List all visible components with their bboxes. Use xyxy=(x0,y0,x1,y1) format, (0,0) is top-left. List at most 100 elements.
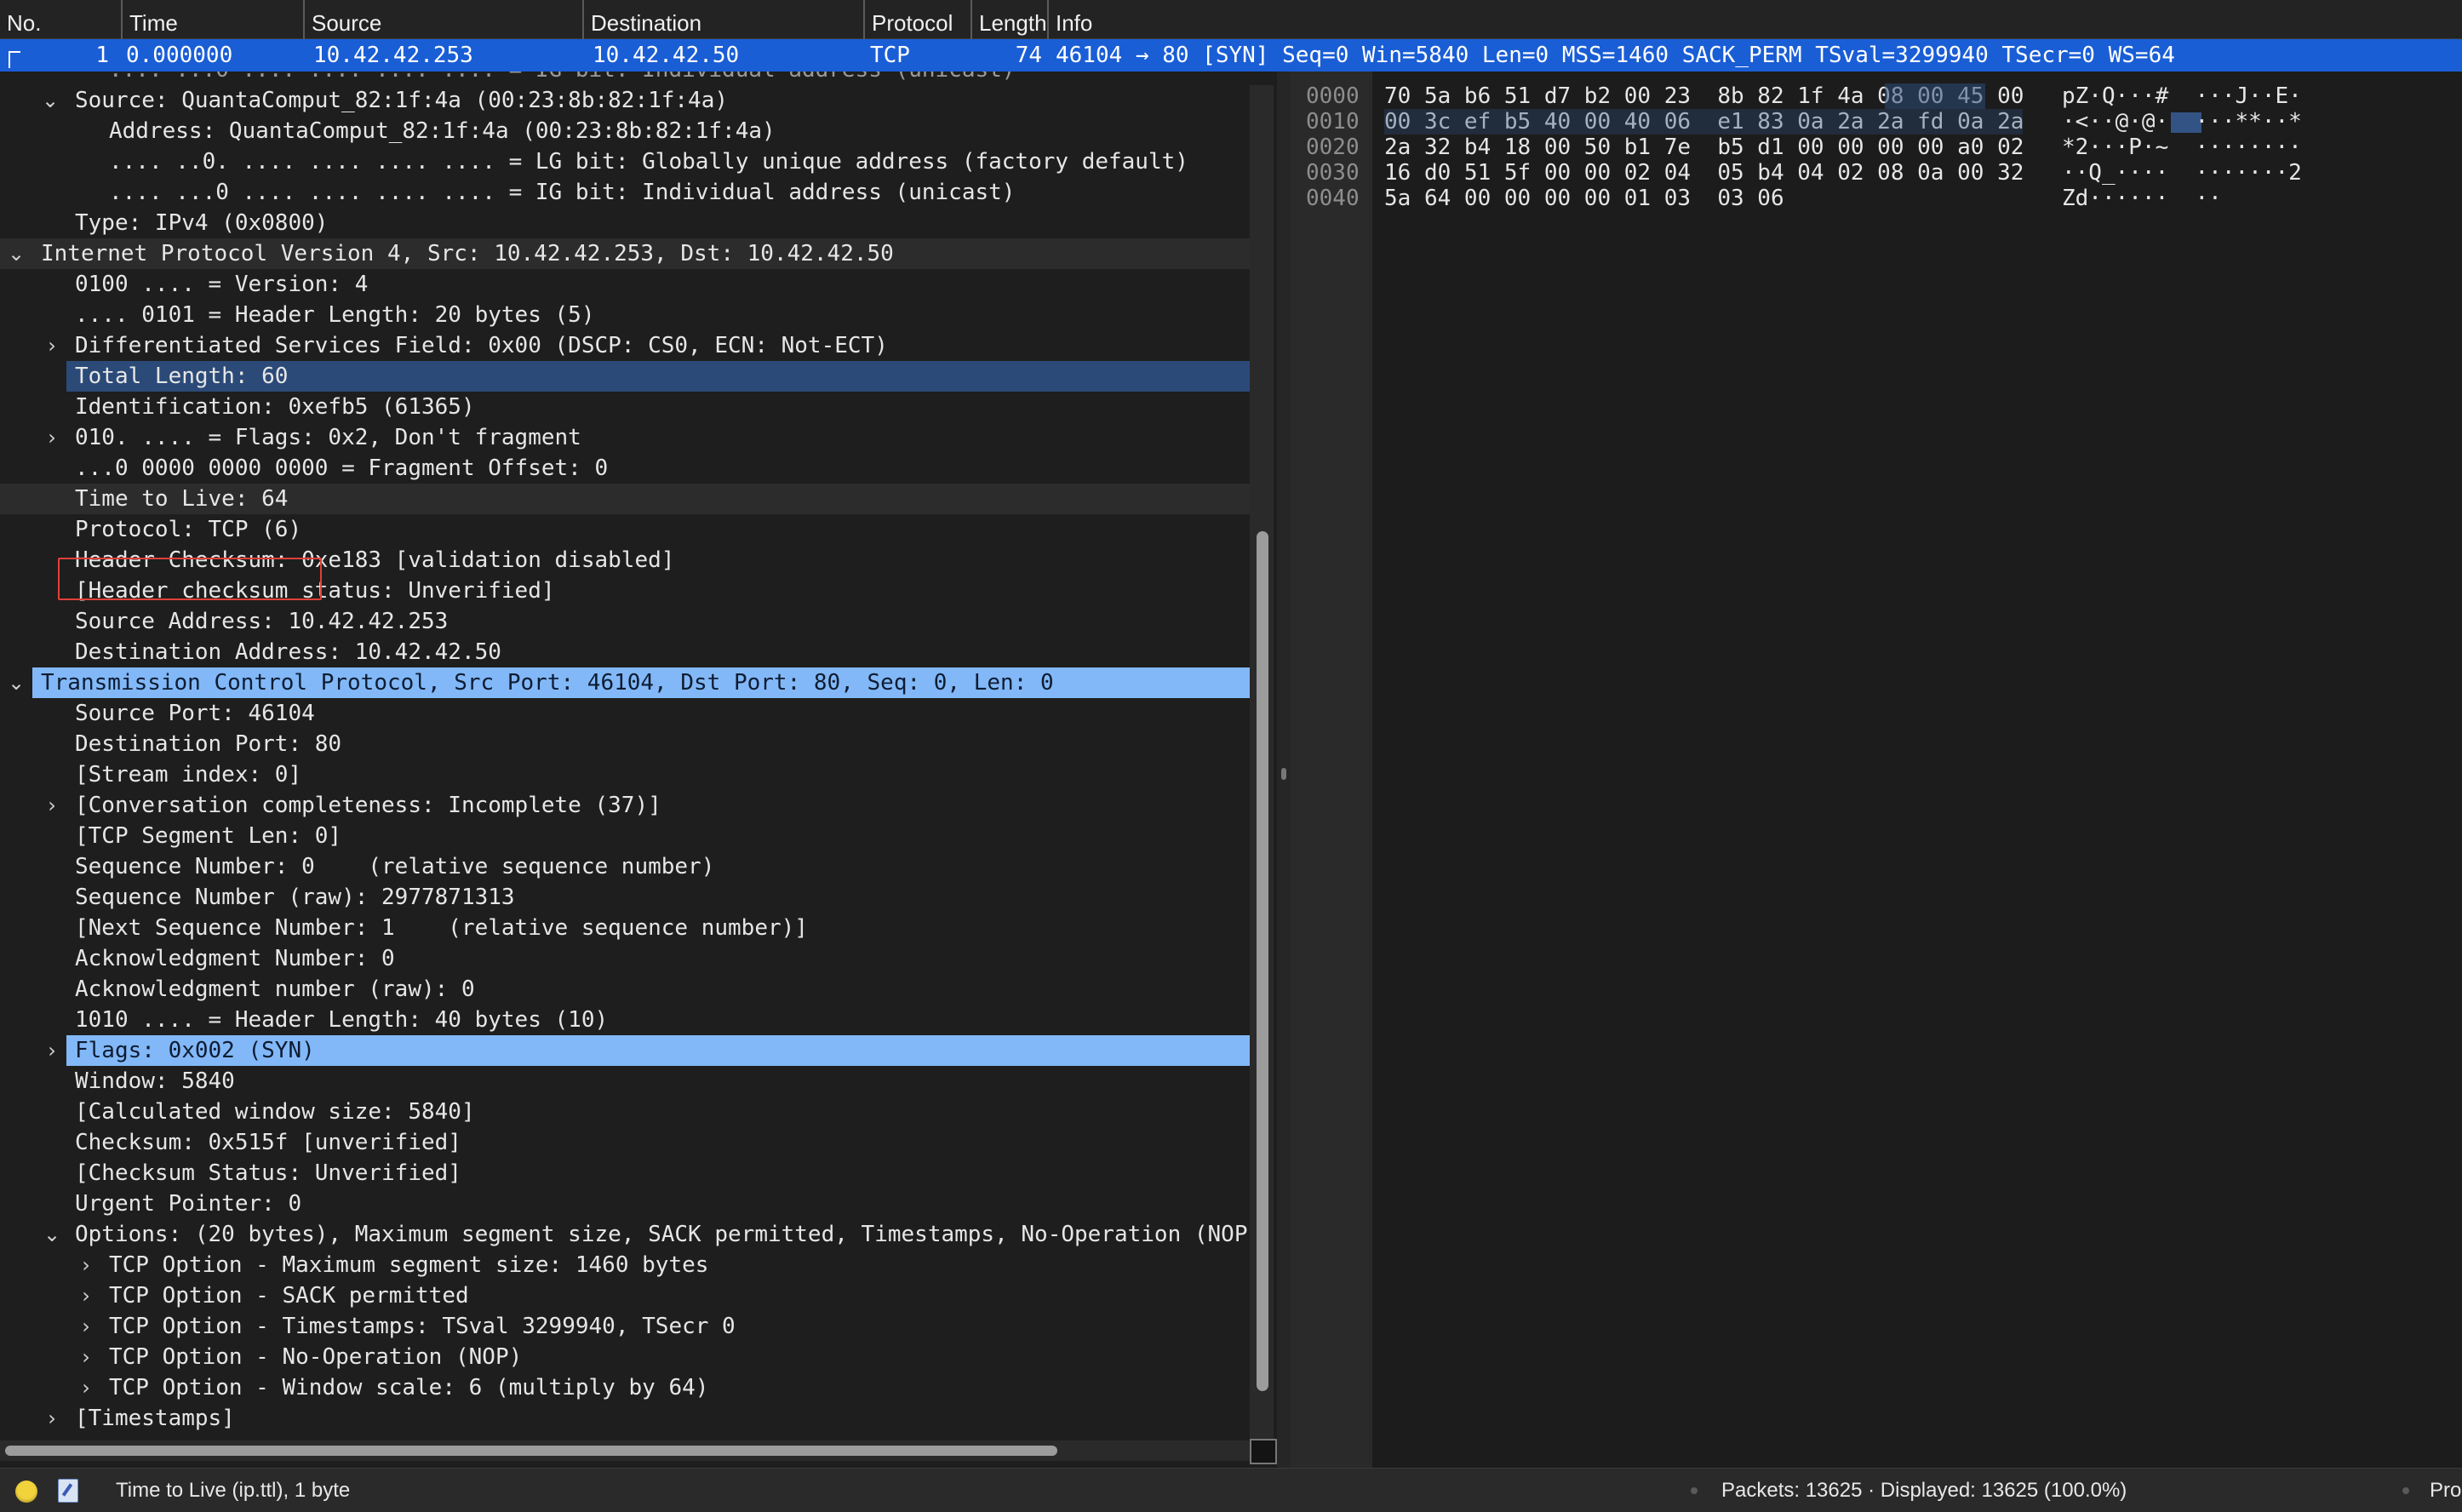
column-header-time[interactable]: Time xyxy=(121,0,303,39)
column-header-info[interactable]: Info xyxy=(1047,0,2462,39)
packet-details-pane[interactable]: .... ...0 .... .... .... .... = IG bit: … xyxy=(0,72,1277,1468)
status-field-info: Time to Live (ip.ttl), 1 byte xyxy=(116,1479,351,1502)
tree-item-ip-flags[interactable]: › 010. .... = Flags: 0x2, Don't fragment xyxy=(0,422,1251,453)
ascii-row[interactable]: ·<··@·@· ···**··* xyxy=(2062,109,2302,135)
tree-item-destination-address[interactable]: Destination Address: 10.42.42.50 xyxy=(0,637,1251,667)
hex-row[interactable]: 2a 32 b4 18 00 50 b1 7e b5 d1 00 00 00 0… xyxy=(1384,135,2024,160)
expand-right-icon[interactable]: › xyxy=(77,1250,95,1280)
byte-offset: 0010 xyxy=(1306,109,1360,135)
tree-item-window[interactable]: Window: 5840 xyxy=(0,1066,1251,1097)
tree-item-option-mss[interactable]: › TCP Option - Maximum segment size: 1460… xyxy=(0,1250,1251,1280)
hex-group[interactable]: 5a 64 00 00 00 00 01 03 xyxy=(1384,186,1691,211)
tree-item-lg-bit[interactable]: .... ..0. .... .... .... .... = LG bit: … xyxy=(0,146,1251,177)
tree-item-conversation-completeness[interactable]: › [Conversation completeness: Incomplete … xyxy=(0,790,1251,821)
expand-right-icon[interactable]: › xyxy=(77,1342,95,1372)
column-header-length[interactable]: Length xyxy=(970,0,1047,39)
status-packet-counts: Packets: 13625 · Displayed: 13625 (100.0… xyxy=(1721,1479,2127,1502)
expand-right-icon[interactable]: › xyxy=(43,330,61,361)
offset-gutter xyxy=(1291,72,1372,1468)
tree-item-option-timestamps[interactable]: › TCP Option - Timestamps: TSval 3299940,… xyxy=(0,1311,1251,1342)
tree-item-destination-port[interactable]: Destination Port: 80 xyxy=(0,729,1251,759)
hex-group[interactable]: 05 b4 04 02 08 0a 00 32 xyxy=(1717,160,2024,186)
tree-item-tcp-checksum-status[interactable]: [Checksum Status: Unverified] xyxy=(0,1158,1251,1188)
tree-item-identification[interactable]: Identification: 0xefb5 (61365) xyxy=(0,392,1251,422)
expand-right-icon[interactable]: › xyxy=(77,1280,95,1311)
status-profile[interactable]: Pro xyxy=(2430,1469,2461,1512)
tree-item-urgent-pointer[interactable]: Urgent Pointer: 0 xyxy=(0,1188,1251,1219)
status-separator xyxy=(1691,1487,1698,1494)
tree-item-tcp-header-length[interactable]: 1010 .... = Header Length: 40 bytes (10) xyxy=(0,1005,1251,1035)
tree-item-time-to-live[interactable]: Time to Live: 64 xyxy=(0,484,1251,514)
packet-destination: 10.42.42.50 xyxy=(593,43,740,68)
tree-item-segment-len[interactable]: [TCP Segment Len: 0] xyxy=(0,821,1251,851)
hex-group[interactable]: 2a 32 b4 18 00 50 b1 7e xyxy=(1384,135,1691,160)
expand-down-icon[interactable]: ⌄ xyxy=(41,85,60,116)
expand-right-icon[interactable]: › xyxy=(43,422,61,453)
expand-right-icon[interactable]: › xyxy=(77,1311,95,1342)
packet-source: 10.42.42.253 xyxy=(313,43,473,68)
packet-row[interactable]: 1 0.000000 10.42.42.253 10.42.42.50 TCP … xyxy=(0,39,2462,72)
tree-item-source-port[interactable]: Source Port: 46104 xyxy=(0,698,1251,729)
tree-item-address[interactable]: Address: QuantaComput_82:1f:4a (00:23:8b… xyxy=(0,116,1251,146)
hex-row[interactable]: 5a 64 00 00 00 00 01 03 03 06 xyxy=(1384,186,1784,211)
ascii-row[interactable]: *2···P·~ ········ xyxy=(2062,135,2302,160)
tree-item-tcp-checksum[interactable]: Checksum: 0x515f [unverified] xyxy=(0,1127,1251,1158)
hex-group[interactable]: 03 06 xyxy=(1717,186,1784,211)
tree-item-option-sack[interactable]: › TCP Option - SACK permitted xyxy=(0,1280,1251,1311)
expand-right-icon[interactable]: › xyxy=(43,1403,61,1434)
tree-item-ipv4[interactable]: ⌄ Internet Protocol Version 4, Src: 10.42… xyxy=(0,238,1251,269)
ascii-row[interactable]: pZ·Q···# ···J··E· xyxy=(2062,83,2302,109)
details-vertical-scroll-thumb[interactable] xyxy=(1257,531,1268,1391)
tree-item-tcp-options[interactable]: ⌄ Options: (20 bytes), Maximum segment si… xyxy=(0,1219,1251,1250)
column-header-protocol[interactable]: Protocol xyxy=(863,0,970,39)
tree-item-sequence-number[interactable]: Sequence Number: 0 (relative sequence nu… xyxy=(0,851,1251,882)
tree-item-timestamps[interactable]: › [Timestamps] xyxy=(0,1403,1251,1434)
tree-item-tcp-flags[interactable]: › Flags: 0x002 (SYN) xyxy=(0,1035,1251,1066)
packet-list[interactable]: No. Time Source Destination Protocol Len… xyxy=(0,0,2462,72)
tree-item-stream-index[interactable]: [Stream index: 0] xyxy=(0,759,1251,790)
tree-item-fragment-offset[interactable]: ...0 0000 0000 0000 = Fragment Offset: 0 xyxy=(0,453,1251,484)
splitter-handle-icon[interactable] xyxy=(1281,768,1286,780)
tree-item-option-nop[interactable]: › TCP Option - No-Operation (NOP) xyxy=(0,1342,1251,1372)
scroll-corner xyxy=(1250,1439,1277,1464)
tree-item-dsfield[interactable]: › Differentiated Services Field: 0x00 (DS… xyxy=(0,330,1251,361)
status-separator xyxy=(2402,1487,2409,1494)
details-horizontal-scroll-thumb[interactable] xyxy=(5,1446,1057,1456)
tree-item-calculated-window[interactable]: [Calculated window size: 5840] xyxy=(0,1097,1251,1127)
expand-right-icon[interactable]: › xyxy=(77,1372,95,1403)
tree-item-ip-version[interactable]: 0100 .... = Version: 4 xyxy=(0,269,1251,300)
byte-offset: 0020 xyxy=(1306,135,1360,160)
yellow-circle-icon[interactable] xyxy=(15,1480,37,1503)
ascii-row[interactable]: Zd······ ·· xyxy=(2062,186,2222,211)
expand-right-icon[interactable]: › xyxy=(43,1035,61,1066)
tree-item-tcp[interactable]: ⌄ Transmission Control Protocol, Src Port… xyxy=(0,667,1251,698)
tree-item-next-sequence-number[interactable]: [Next Sequence Number: 1 (relative seque… xyxy=(0,913,1251,943)
tree-item-ip-protocol[interactable]: Protocol: TCP (6) xyxy=(0,514,1251,545)
tree-item-eth-type[interactable]: Type: IPv4 (0x0800) xyxy=(0,208,1251,238)
expand-right-icon[interactable]: › xyxy=(43,790,61,821)
packet-bytes-pane[interactable]: 0000 0010 0020 0030 0040 70 5a b6 51 d7 … xyxy=(1291,72,2462,1468)
hex-group[interactable]: 70 5a b6 51 d7 b2 00 23 xyxy=(1384,83,1691,109)
hex-row[interactable]: 16 d0 51 5f 00 00 02 04 05 b4 04 02 08 0… xyxy=(1384,160,2024,186)
tree-item-total-length[interactable]: Total Length: 60 xyxy=(0,361,1251,392)
ascii-row[interactable]: ··Q_···· ·······2 xyxy=(2062,160,2302,186)
expand-down-icon[interactable]: ⌄ xyxy=(43,1219,61,1250)
tree-item-source-address[interactable]: Source Address: 10.42.42.253 xyxy=(0,606,1251,637)
hex-group[interactable]: 16 d0 51 5f 00 00 02 04 xyxy=(1384,160,1691,186)
tree-item-option-window-scale[interactable]: › TCP Option - Window scale: 6 (multiply … xyxy=(0,1372,1251,1403)
tree-item-sequence-number-raw[interactable]: Sequence Number (raw): 2977871313 xyxy=(0,882,1251,913)
packet-protocol: TCP xyxy=(870,43,910,68)
column-header-source[interactable]: Source xyxy=(303,0,582,39)
column-header-no[interactable]: No. xyxy=(0,0,121,39)
tree-item-eth-source[interactable]: ⌄ Source: QuantaComput_82:1f:4a (00:23:8b… xyxy=(0,85,1251,116)
hex-group[interactable]: b5 d1 00 00 00 00 a0 02 xyxy=(1717,135,2024,160)
tree-item-ig-bit[interactable]: .... ...0 .... .... .... .... = IG bit: … xyxy=(0,177,1251,208)
tree-item-ip-header-length[interactable]: .... 0101 = Header Length: 20 bytes (5) xyxy=(0,300,1251,330)
tree-item-ack-number-raw[interactable]: Acknowledgment number (raw): 0 xyxy=(0,974,1251,1005)
tree-item-ack-number[interactable]: Acknowledgment Number: 0 xyxy=(0,943,1251,974)
expand-down-icon[interactable]: ⌄ xyxy=(7,667,26,698)
hex-highlight xyxy=(1384,109,2023,135)
edit-comment-icon[interactable] xyxy=(58,1479,78,1503)
expand-down-icon[interactable]: ⌄ xyxy=(7,238,26,269)
column-header-destination[interactable]: Destination xyxy=(582,0,863,39)
